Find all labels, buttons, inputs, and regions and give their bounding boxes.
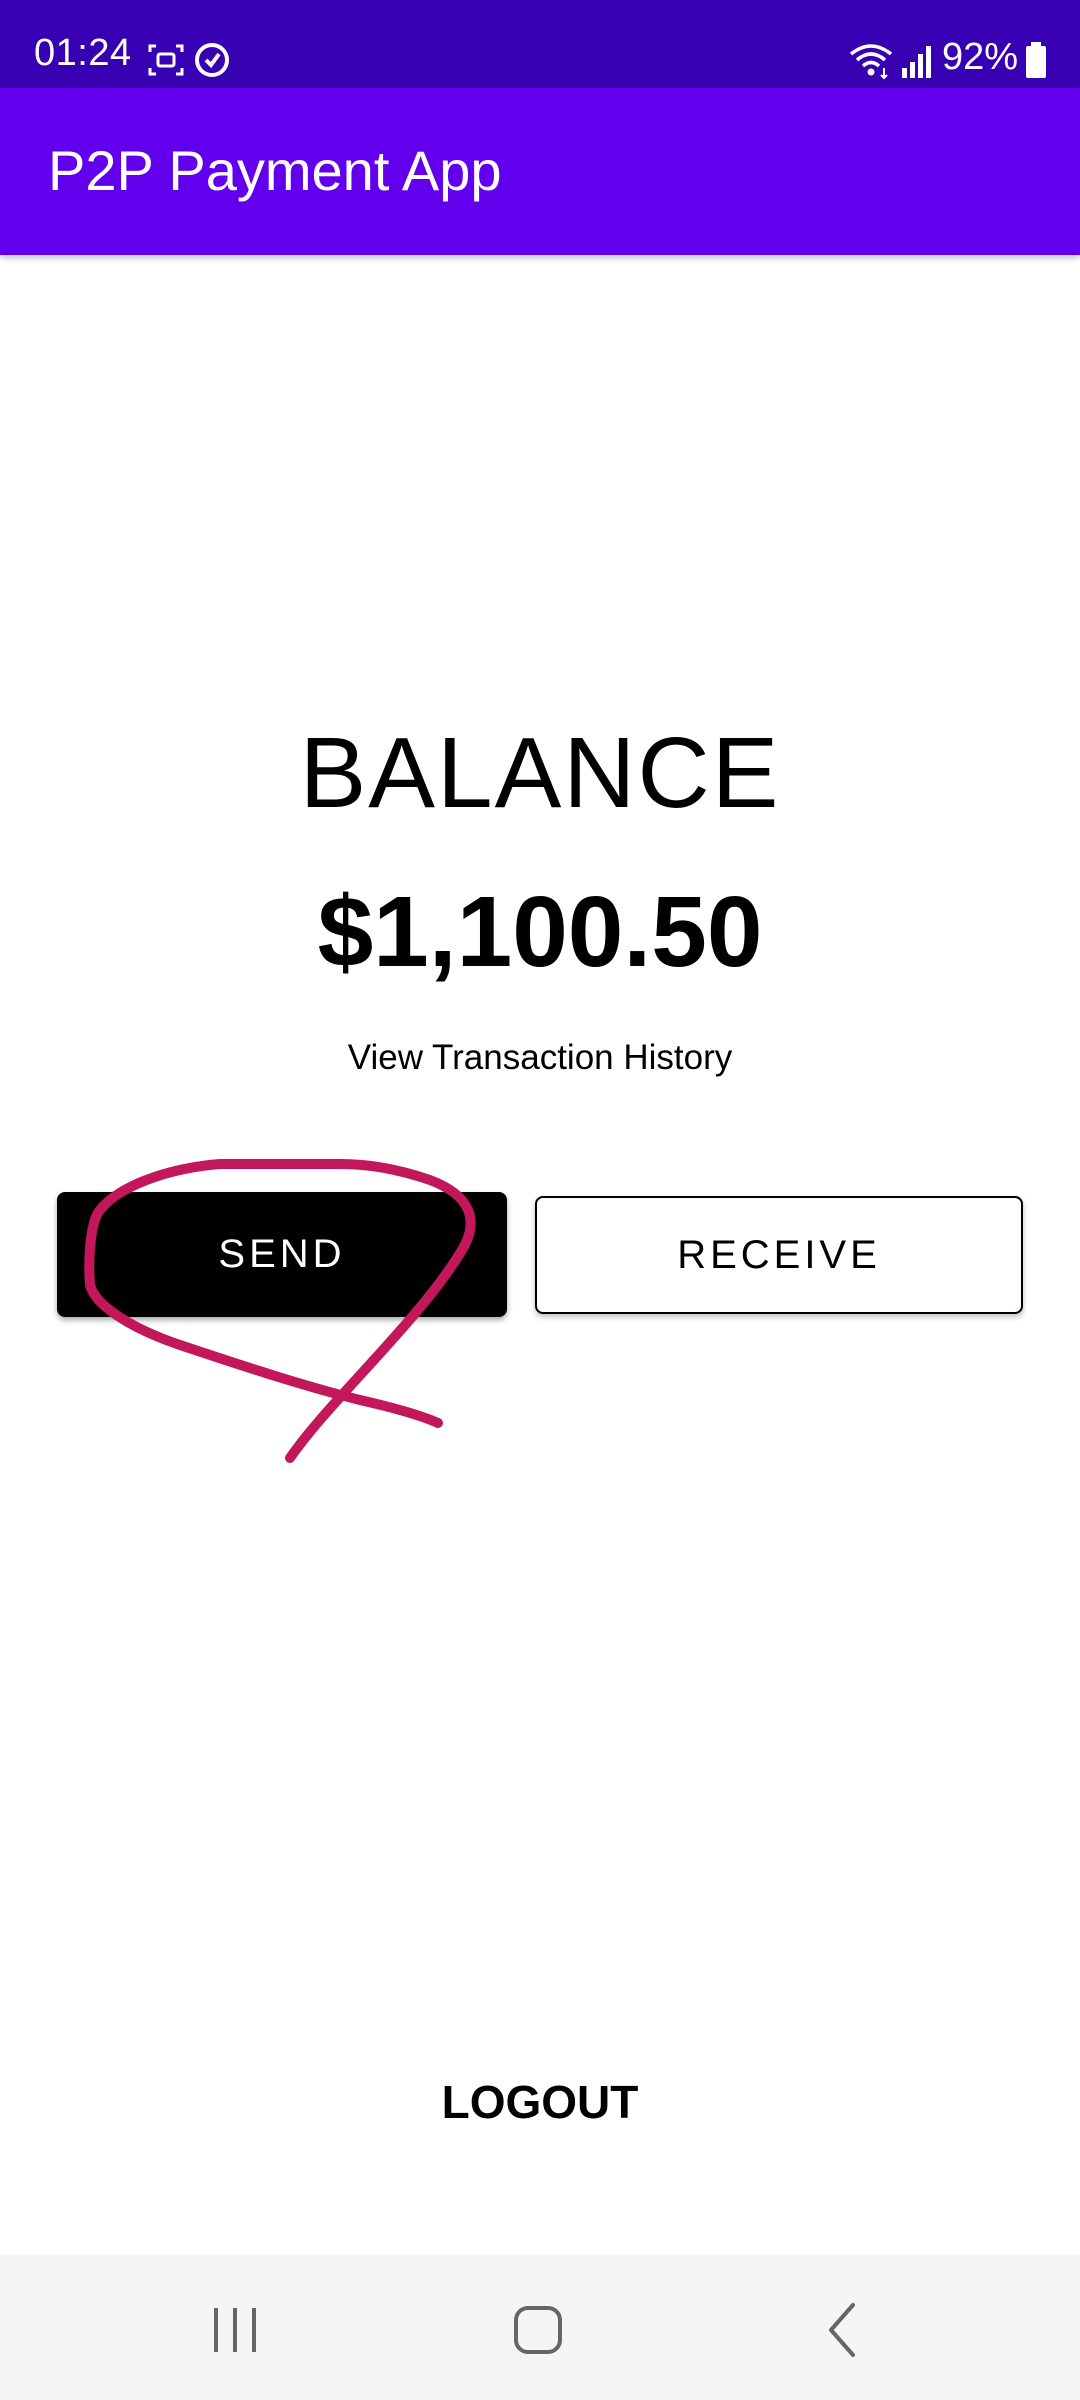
back-icon[interactable] (797, 2285, 887, 2375)
home-icon[interactable] (493, 2285, 583, 2375)
sync-icon (195, 43, 229, 77)
app-screen: 01:24 92% P2P Payment App BALANCE $1,100… (0, 0, 1080, 2400)
screenshot-icon (148, 44, 184, 76)
navigation-bar (0, 2255, 1080, 2400)
logout-button[interactable]: LOGOUT (0, 2079, 1080, 2125)
status-bar: 01:24 92% (0, 0, 1080, 88)
battery-percent: 92% (941, 36, 1018, 78)
view-transaction-history-link[interactable]: View Transaction History (0, 1040, 1080, 1075)
balance-amount: $1,100.50 (317, 876, 763, 988)
wifi-icon (849, 44, 893, 80)
status-time: 01:24 (34, 32, 132, 74)
app-bar: P2P Payment App (0, 88, 1080, 255)
recents-icon[interactable] (190, 2285, 280, 2375)
send-button-label: SEND (218, 1232, 346, 1276)
app-title: P2P Payment App (48, 139, 502, 202)
receive-button-label: RECEIVE (677, 1232, 881, 1277)
signal-icon (902, 46, 931, 78)
receive-button[interactable]: RECEIVE (535, 1196, 1023, 1314)
send-button[interactable]: SEND (57, 1192, 507, 1317)
battery-icon (1026, 42, 1046, 78)
balance-label: BALANCE (299, 717, 781, 829)
